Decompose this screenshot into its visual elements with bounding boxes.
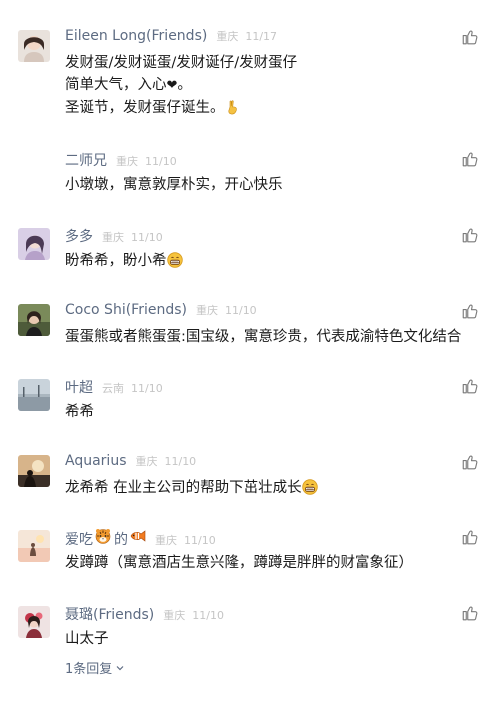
comment-date: 11/17 <box>245 30 278 43</box>
comment-date: 11/10 <box>184 534 216 547</box>
comment-line: 发财蛋/发财诞蛋/发财诞仔/发财蛋仔 <box>65 55 298 71</box>
comment-line: 希希 <box>65 404 94 420</box>
fish-icon <box>130 528 146 544</box>
avatar[interactable] <box>18 606 50 638</box>
commenter-name[interactable]: Aquarius <box>65 453 126 469</box>
comment-location: 重庆 <box>155 534 177 547</box>
commenter-name-part[interactable]: 的 <box>114 529 128 549</box>
comment-text: 山太子 <box>65 628 109 650</box>
comment-meta: Eileen Long(Friends) 重庆 11/17 <box>65 28 277 48</box>
comment-line: 发蹲蹲（寓意酒店生意兴隆，蹲蹲是胖胖的财富象征） <box>65 555 413 571</box>
comment-location: 重庆 <box>135 455 158 468</box>
comment-line: 山太子 <box>65 631 109 647</box>
comment-meta: Aquarius 重庆 11/10 <box>65 453 196 473</box>
commenter-name[interactable]: Coco Shi(Friends) <box>65 302 187 318</box>
comment-date: 11/10 <box>131 231 163 244</box>
comment-text: 希希 <box>65 401 94 423</box>
victory-hand-icon <box>225 99 241 115</box>
comment-meta: 多多 重庆 11/10 <box>65 226 163 246</box>
comment-date: 11/10 <box>224 304 257 317</box>
comment-line-suffix: 。 <box>177 77 192 93</box>
comment-meta: 聂璐(Friends) 重庆 11/10 <box>65 604 224 624</box>
view-replies-label[interactable]: 1条回复 <box>65 658 112 677</box>
comment-text: 小墩墩，寓意敦厚朴实，开心快乐 <box>65 174 283 196</box>
commenter-name[interactable]: 叶超 <box>65 377 93 397</box>
comment-date: 11/10 <box>131 382 163 395</box>
avatar[interactable] <box>18 304 50 336</box>
comment-meta: 叶超 云南 11/10 <box>65 377 163 397</box>
avatar[interactable] <box>18 228 50 260</box>
comment-meta: Coco Shi(Friends) 重庆 11/10 <box>65 302 257 322</box>
comment-line: 蛋蛋熊或者熊蛋蛋:国宝级，寓意珍贵，代表成渝特色文化结合 <box>65 329 462 345</box>
like-icon[interactable] <box>461 604 479 622</box>
like-icon[interactable] <box>461 226 479 244</box>
grin-emoji-icon <box>302 479 318 495</box>
avatar[interactable] <box>18 530 50 562</box>
like-icon[interactable] <box>461 150 479 168</box>
avatar[interactable] <box>18 379 50 411</box>
comment-meta: 爱吃 的 重庆 11/10 <box>65 528 216 548</box>
comment-date: 11/10 <box>145 155 177 168</box>
comment-line-text: 龙希希 在业主公司的帮助下茁壮成长 <box>65 480 302 496</box>
comment-line: 圣诞节，发财蛋仔诞生。 <box>65 97 297 119</box>
comment-text: 盼希希，盼小希 <box>65 250 183 272</box>
comment-line: 简单大气，入心❤︎。 <box>65 74 297 97</box>
comment-location: 重庆 <box>116 155 138 168</box>
like-icon[interactable] <box>461 377 479 395</box>
comment-text: 龙希希 在业主公司的帮助下茁壮成长 <box>65 477 318 499</box>
like-icon[interactable] <box>461 453 479 471</box>
comment-line: 小墩墩，寓意敦厚朴实，开心快乐 <box>65 177 283 193</box>
comment-location: 云南 <box>102 382 124 395</box>
comment-text: 发蹲蹲（寓意酒店生意兴隆，蹲蹲是胖胖的财富象征） <box>65 552 413 574</box>
like-icon[interactable] <box>461 528 479 546</box>
black-heart-icon: ❤︎ <box>166 78 178 93</box>
like-icon[interactable] <box>461 28 479 46</box>
comment-text: 发财蛋/发财诞蛋/发财诞仔/发财蛋仔 简单大气，入心❤︎。 圣诞节，发财蛋仔诞生… <box>65 52 297 119</box>
comment-location: 重庆 <box>163 609 186 622</box>
like-icon[interactable] <box>461 302 479 320</box>
view-replies-link[interactable]: 1条回复 <box>65 658 125 677</box>
comment-location: 重庆 <box>216 30 239 43</box>
commenter-name[interactable]: 聂璐(Friends) <box>65 604 154 624</box>
commenter-name[interactable]: Eileen Long(Friends) <box>65 28 207 44</box>
comment-line: 盼希希，盼小希 <box>65 250 183 272</box>
comment-location: 重庆 <box>102 231 124 244</box>
chevron-down-icon <box>115 663 125 673</box>
commenter-name[interactable]: 二师兄 <box>65 150 107 170</box>
commenter-name-part[interactable]: 爱吃 <box>65 529 93 549</box>
avatar[interactable] <box>18 30 50 62</box>
comment-line-text: 盼希希，盼小希 <box>65 253 167 269</box>
comment-date: 11/10 <box>192 609 224 622</box>
comment-location: 重庆 <box>195 304 218 317</box>
comment-text: 蛋蛋熊或者熊蛋蛋:国宝级，寓意珍贵，代表成渝特色文化结合 <box>65 326 461 348</box>
comment-line: 龙希希 在业主公司的帮助下茁壮成长 <box>65 477 318 499</box>
commenter-name[interactable]: 多多 <box>65 226 93 246</box>
grin-emoji-icon <box>167 252 183 268</box>
comment-line-text: 简单大气，入心 <box>65 77 167 93</box>
comment-meta: 二师兄 重庆 11/10 <box>65 150 177 170</box>
tiger-icon <box>95 528 111 544</box>
comment-date: 11/10 <box>164 455 197 468</box>
comment-line-text: 圣诞节，发财蛋仔诞生。 <box>65 100 225 116</box>
avatar[interactable] <box>18 455 50 487</box>
